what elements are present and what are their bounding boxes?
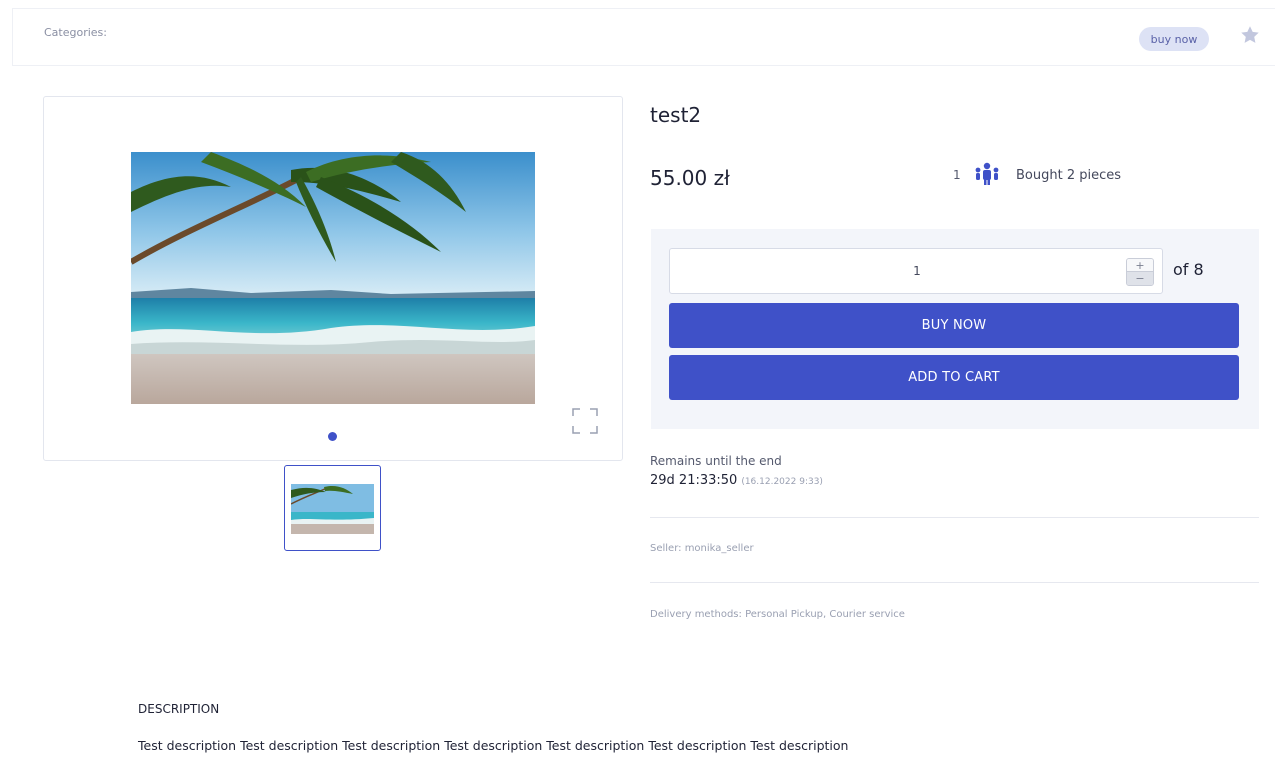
description-text: Test description Test description Test d…	[138, 738, 849, 753]
quantity-stepper[interactable]: + −	[1126, 258, 1154, 286]
divider	[650, 582, 1259, 583]
buyers-count: 1	[953, 168, 961, 182]
top-bar: Categories: buy now	[12, 8, 1275, 66]
delivery-methods: Delivery methods: Personal Pickup, Couri…	[650, 609, 905, 620]
quantity-max-label: of 8	[1173, 260, 1204, 279]
divider	[650, 517, 1259, 518]
quantity-value: 1	[913, 264, 921, 278]
main-product-image[interactable]	[131, 152, 535, 404]
carousel-dot[interactable]	[328, 432, 337, 441]
thumbnail-preview	[291, 484, 374, 534]
image-gallery	[43, 96, 623, 461]
product-title: test2	[650, 103, 702, 127]
description-heading: DESCRIPTION	[138, 702, 220, 716]
decrement-button[interactable]: −	[1127, 272, 1153, 285]
countdown-timer: 29d 21:33:50 (16.12.2022 9:33)	[650, 473, 823, 488]
fullscreen-icon[interactable]	[569, 405, 601, 437]
remains-label: Remains until the end	[650, 454, 782, 468]
thumbnail-image[interactable]	[284, 465, 381, 551]
star-icon[interactable]	[1239, 24, 1261, 46]
quantity-input[interactable]: 1 + −	[669, 248, 1163, 294]
product-price: 55.00 zł	[650, 166, 730, 190]
end-date: (16.12.2022 9:33)	[741, 477, 823, 487]
buy-now-badge[interactable]: buy now	[1139, 27, 1209, 51]
add-to-cart-button[interactable]: ADD TO CART	[669, 355, 1239, 400]
countdown-value: 29d 21:33:50	[650, 473, 738, 488]
buy-now-button[interactable]: BUY NOW	[669, 303, 1239, 348]
purchase-panel: 1 + − of 8 BUY NOW ADD TO CART	[651, 229, 1259, 429]
seller-info: Seller: monika_seller	[650, 543, 754, 554]
bought-pieces-text: Bought 2 pieces	[1016, 168, 1122, 183]
increment-button[interactable]: +	[1127, 259, 1153, 272]
categories-label: Categories:	[44, 26, 107, 39]
people-icon	[975, 162, 999, 185]
